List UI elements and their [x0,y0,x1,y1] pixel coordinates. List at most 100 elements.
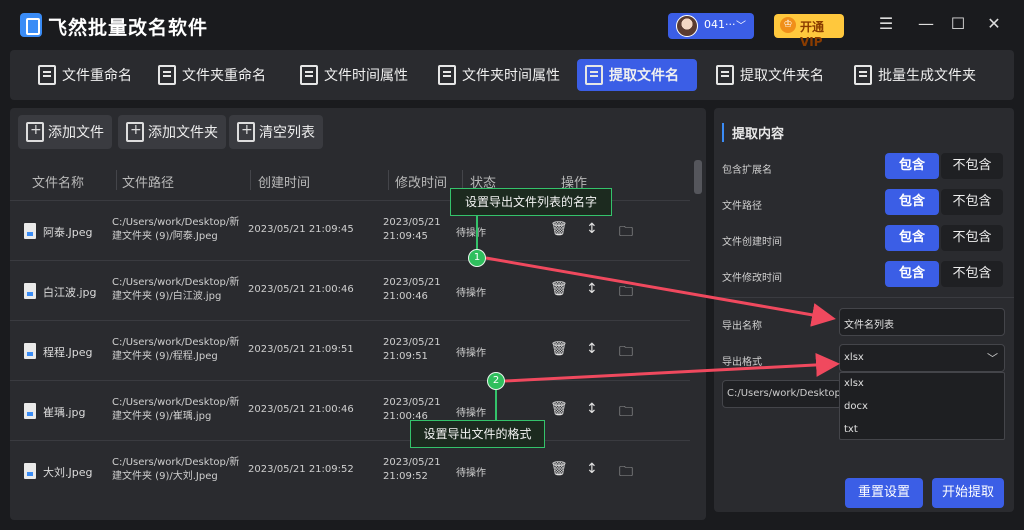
header-divider [462,170,463,190]
tab-label: 文件时间属性 [324,68,408,84]
option-label: 文件创建时间 [722,237,782,248]
include-created-off[interactable]: 不包含 [941,225,1003,251]
header-divider [116,170,117,190]
add-file-button[interactable]: 添加文件 [18,115,112,149]
export-format-select[interactable]: xlsx ﹀ [839,344,1005,372]
annotation-1-leader [476,216,478,250]
file-name: 阿泰.Jpeg [43,226,93,239]
move-icon[interactable]: ↕ [586,221,598,237]
vip-button[interactable]: ♔ 开通VIP [774,14,844,49]
chevron-down-icon: ﹀ [987,352,998,365]
output-path-input[interactable]: C:/Users/work/Desktop [722,380,842,408]
include-extension-on[interactable]: 包含 [885,153,939,179]
header-filename: 文件名称 [32,176,85,191]
include-modified-on[interactable]: 包含 [885,261,939,287]
option-label: 文件修改时间 [722,273,782,284]
image-file-icon [24,223,36,239]
tab-label: 提取文件夹名 [740,68,824,84]
format-option[interactable]: txt [844,424,858,435]
file-rename-icon [38,65,56,85]
divider [714,297,1014,298]
include-path-on[interactable]: 包含 [885,189,939,215]
file-name: 大刘.Jpeg [43,466,93,479]
file-status: 待操作 [456,468,486,479]
header-divider [250,170,251,190]
app-logo-icon [20,13,42,37]
tab-folder-time[interactable]: 文件夹时间属性 [430,59,568,91]
trash-icon[interactable]: 🗑 [550,461,568,477]
trash-icon[interactable]: 🗑 [550,341,568,357]
add-folder-label: 添加文件夹 [148,125,218,141]
format-dropdown: xlsx docx txt [839,372,1005,440]
folder-icon[interactable]: 🗀 [619,341,633,365]
tab-batch-folder[interactable]: 批量生成文件夹 [846,59,984,91]
export-format-label: 导出格式 [722,357,762,368]
tab-extract-foldername[interactable]: 提取文件夹名 [708,59,832,91]
clear-list-button[interactable]: 清空列表 [229,115,323,149]
tab-file-time[interactable]: 文件时间属性 [292,59,416,91]
minimize-icon[interactable]: — [916,14,936,34]
image-file-icon [24,463,36,479]
file-path: C:/Users/work/Desktop/新建文件夹 (9)/白江波.jpg [112,277,240,302]
move-icon[interactable]: ↕ [586,401,598,417]
file-modified: 2023/05/21 21:09:52 [383,457,441,482]
tab-bar: 文件重命名 文件夹重命名 文件时间属性 文件夹时间属性 提取文件名 提取文件夹名… [10,50,1014,100]
vip-label: 开通VIP [800,20,825,49]
file-created: 2023/05/21 21:09:51 [248,344,354,355]
scrollbar-thumb[interactable] [694,160,702,194]
trash-icon[interactable]: 🗑 [550,221,568,237]
trash-icon[interactable]: 🗑 [550,401,568,417]
table-row[interactable]: 崔瑀.jpg C:/Users/work/Desktop/新建文件夹 (9)/崔… [10,380,690,440]
move-icon[interactable]: ↕ [586,281,598,297]
crown-icon: ♔ [780,17,796,33]
file-path: C:/Users/work/Desktop/新建文件夹 (9)/程程.Jpeg [112,337,240,362]
maximize-icon[interactable]: ☐ [948,14,968,34]
include-extension-off[interactable]: 不包含 [941,153,1003,179]
start-extract-button[interactable]: 开始提取 [932,478,1004,508]
folder-icon[interactable]: 🗀 [619,281,633,305]
tab-folder-rename[interactable]: 文件夹重命名 [150,59,274,91]
format-option[interactable]: xlsx [844,378,864,389]
file-path: C:/Users/work/Desktop/新建文件夹 (9)/大刘.Jpeg [112,457,240,482]
table-row[interactable]: 程程.Jpeg C:/Users/work/Desktop/新建文件夹 (9)/… [10,320,690,380]
include-created-on[interactable]: 包含 [885,225,939,251]
format-option[interactable]: docx [844,401,868,412]
move-icon[interactable]: ↕ [586,461,598,477]
user-account-button[interactable]: 041··· ﹀ [668,13,754,39]
file-list-panel: 添加文件 添加文件夹 清空列表 文件名称 文件路径 创建时间 修改时间 状态 操… [10,108,706,520]
tab-extract-filename[interactable]: 提取文件名 [577,59,697,91]
tab-label: 提取文件名 [609,68,679,84]
folder-icon[interactable]: 🗀 [619,221,633,245]
file-status: 待操作 [456,288,486,299]
image-file-icon [24,283,36,299]
file-created: 2023/05/21 21:09:52 [248,464,354,475]
scrollbar[interactable] [694,160,702,520]
add-folder-button[interactable]: 添加文件夹 [118,115,226,149]
extract-settings-panel: 提取内容 包含扩展名 包含 不包含 文件路径 包含 不包含 文件创建时间 包含 … [714,108,1014,512]
tab-file-rename[interactable]: 文件重命名 [30,59,140,91]
file-modified: 2023/05/21 21:09:51 [383,337,441,362]
file-name: 程程.Jpeg [43,346,93,359]
table-row[interactable]: 大刘.Jpeg C:/Users/work/Desktop/新建文件夹 (9)/… [10,440,690,500]
menu-icon[interactable]: ☰ [876,14,896,34]
move-icon[interactable]: ↕ [586,341,598,357]
file-path: C:/Users/work/Desktop/新建文件夹 (9)/崔瑀.jpg [112,397,240,422]
include-path-off[interactable]: 不包含 [941,189,1003,215]
table-row[interactable]: 白江波.jpg C:/Users/work/Desktop/新建文件夹 (9)/… [10,260,690,320]
trash-icon[interactable]: 🗑 [550,281,568,297]
extract-folder-icon [716,65,734,85]
include-modified-off[interactable]: 不包含 [941,261,1003,287]
file-status: 待操作 [456,228,486,239]
file-path: C:/Users/work/Desktop/新建文件夹 (9)/阿泰.Jpeg [112,217,240,242]
option-label: 文件路径 [722,201,762,212]
folder-icon[interactable]: 🗀 [619,461,633,485]
folder-icon[interactable]: 🗀 [619,401,633,425]
close-icon[interactable]: ✕ [984,14,1004,34]
reset-button[interactable]: 重置设置 [845,478,923,508]
export-name-input[interactable]: 文件名列表 [839,308,1005,336]
file-modified: 2023/05/21 21:00:46 [383,277,441,302]
file-created: 2023/05/21 21:09:45 [248,224,354,235]
file-created: 2023/05/21 21:00:46 [248,284,354,295]
tab-label: 批量生成文件夹 [878,68,976,84]
annotation-2-callout: 设置导出文件的格式 [410,420,545,448]
